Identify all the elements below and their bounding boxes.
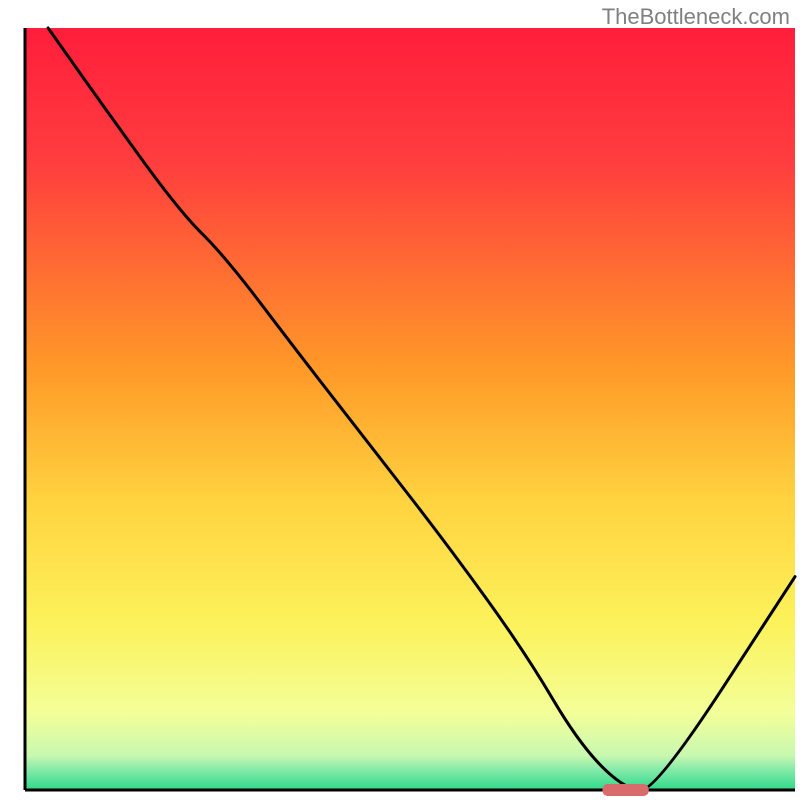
optimal-marker — [603, 784, 649, 796]
attribution-text: TheBottleneck.com — [602, 4, 790, 30]
bottleneck-chart — [0, 0, 800, 800]
gradient-background — [25, 28, 795, 790]
chart-container: TheBottleneck.com — [0, 0, 800, 800]
